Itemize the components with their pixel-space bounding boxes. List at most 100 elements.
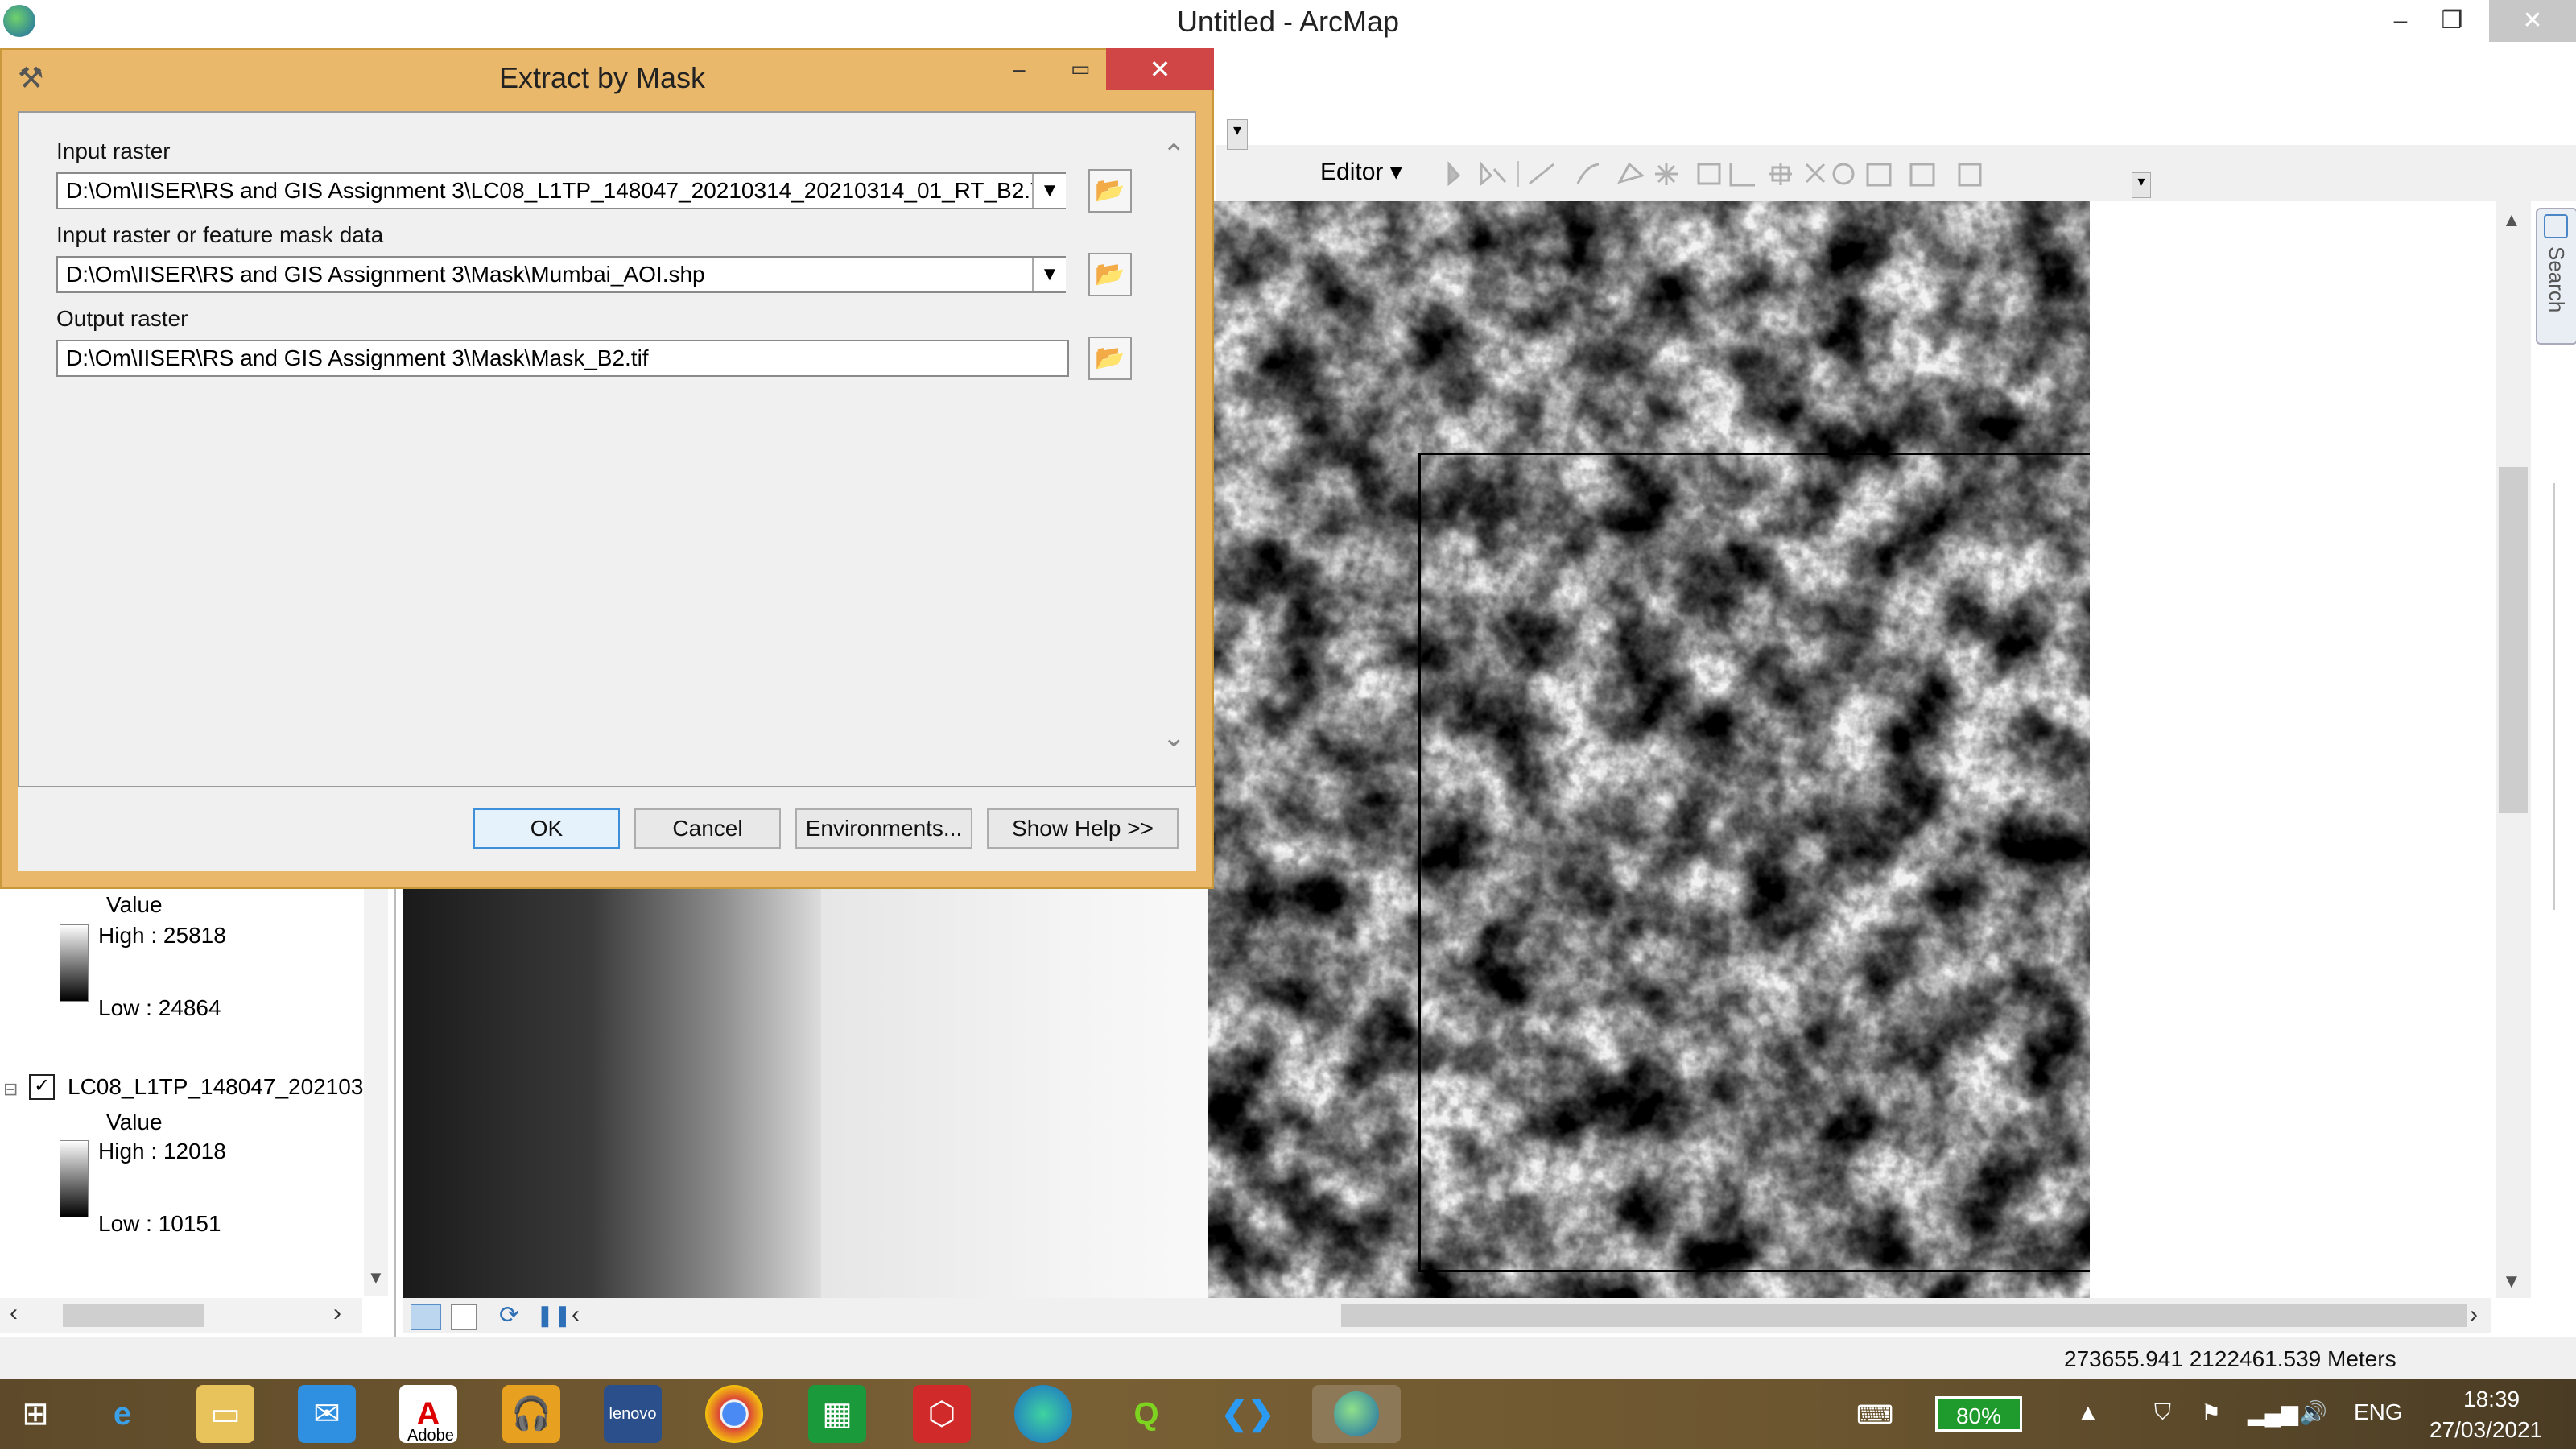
toc-horizontal-scroll-thumb[interactable]	[63, 1304, 204, 1327]
attributes-icon	[1866, 163, 1892, 187]
edit-tool-icon	[1447, 160, 1461, 187]
cursor-coordinates: 273655.941 2122461.539 Meters	[2064, 1346, 2396, 1371]
language-indicator[interactable]: ENG	[2354, 1399, 2403, 1425]
lenovo-icon[interactable]: lenovo	[604, 1385, 662, 1443]
toolbar-options-icon[interactable]: ▾	[2132, 172, 2151, 198]
legend-value-label: Value	[106, 1110, 163, 1135]
output-raster-label: Output raster	[56, 306, 188, 331]
dialog-title: Extract by Mask	[499, 61, 706, 94]
mail-icon[interactable]: ✉	[298, 1385, 356, 1443]
toc-scroll-down-icon[interactable]: ▼	[367, 1267, 385, 1288]
straight-segment-icon	[1529, 163, 1554, 185]
dialog-close-button[interactable]: ✕	[1106, 48, 1214, 90]
close-button[interactable]: ✕	[2489, 0, 2576, 42]
cancel-button[interactable]: Cancel	[634, 808, 781, 849]
scroll-down-icon[interactable]: ▼	[2502, 1271, 2521, 1293]
mask-data-dropdown-icon[interactable]: ▼	[1032, 258, 1066, 291]
legend-low-value: Low : 10151	[98, 1211, 221, 1236]
environments-button[interactable]: Environments...	[795, 808, 972, 849]
legend-value-label: Value	[106, 892, 163, 917]
input-raster-dropdown-icon[interactable]: ▼	[1032, 174, 1066, 208]
input-raster-label: Input raster	[56, 138, 171, 163]
network-icon[interactable]: ▂▄▆	[2248, 1399, 2298, 1426]
dialog-scroll-up-icon[interactable]: ⌃	[1162, 138, 1186, 171]
editor-menu-button[interactable]: Editor ▾	[1320, 158, 1402, 186]
restore-button[interactable]: ❐	[2415, 0, 2489, 42]
scroll-right-icon[interactable]: ›	[2470, 1301, 2478, 1329]
legend-high-value: High : 12018	[98, 1139, 226, 1164]
mask-data-label: Input raster or feature mask data	[56, 222, 384, 247]
arcmap-taskbar-icon[interactable]	[1312, 1385, 1401, 1443]
layer-name[interactable]: LC08_L1TP_148047_2021031	[68, 1074, 376, 1100]
search-tab-label: Search	[2545, 246, 2569, 313]
dialog-maximize-button[interactable]: ▭	[1071, 56, 1091, 81]
refresh-icon[interactable]: ⟳	[499, 1301, 519, 1329]
input-raster-combo[interactable]: D:\Om\IISER\RS and GIS Assignment 3\LC08…	[56, 172, 1066, 209]
clock-date[interactable]: 27/03/2021	[2429, 1417, 2542, 1443]
chrome-icon[interactable]	[705, 1385, 763, 1443]
legend-color-ramp	[60, 924, 89, 1002]
show-hidden-icons-icon[interactable]: ▲	[2077, 1399, 2099, 1425]
ok-button[interactable]: OK	[473, 808, 620, 849]
input-raster-browse-icon[interactable]: 📂	[1088, 169, 1132, 213]
scroll-left-icon[interactable]: ‹	[572, 1301, 580, 1329]
battery-indicator[interactable]: 80%	[1935, 1396, 2022, 1432]
data-view-icon[interactable]	[411, 1304, 441, 1330]
mask-data-browse-icon[interactable]: 📂	[1088, 253, 1132, 296]
windows-taskbar	[0, 1379, 2576, 1449]
end-point-arc-icon	[1576, 163, 1600, 184]
adobe-label: Adobe	[407, 1427, 454, 1445]
file-explorer-icon[interactable]: ▭	[196, 1385, 254, 1443]
search-icon	[2544, 214, 2568, 238]
create-features-icon	[1958, 163, 1982, 187]
dialog-scroll-down-icon[interactable]: ⌄	[1162, 721, 1186, 754]
volume-icon[interactable]: 🔊	[2299, 1399, 2327, 1426]
cube-app-icon[interactable]: ⬡	[913, 1385, 971, 1443]
security-icon[interactable]: ⛉	[2154, 1399, 2171, 1426]
point-tool-icon	[1655, 163, 1678, 185]
collapse-layer-icon[interactable]: ⊟	[3, 1079, 18, 1100]
keyboard-icon[interactable]: ⌨	[1856, 1399, 1893, 1430]
legend-color-ramp	[60, 1140, 89, 1217]
output-raster-field[interactable]: D:\Om\IISER\RS and GIS Assignment 3\Mask…	[56, 340, 1069, 377]
cut-polygons-icon	[1769, 163, 1792, 185]
internet-explorer-icon[interactable]: e	[93, 1385, 151, 1443]
toc-scroll-right-icon[interactable]: ›	[333, 1300, 341, 1327]
catalog-side-panel[interactable]	[2553, 483, 2576, 910]
toc-vertical-scrollbar[interactable]	[364, 886, 388, 1296]
window-title: Untitled - ArcMap	[1176, 5, 1400, 38]
store-icon[interactable]: ▦	[808, 1385, 866, 1443]
dialog-parameters-pane	[18, 111, 1196, 787]
map-vertical-scroll-thumb[interactable]	[2499, 467, 2528, 813]
mask-data-combo[interactable]: D:\Om\IISER\RS and GIS Assignment 3\Mask…	[56, 256, 1066, 293]
legend-high-value: High : 25818	[98, 923, 226, 948]
reshape-feature-icon	[1729, 163, 1755, 187]
show-help-button[interactable]: Show Help >>	[987, 808, 1179, 849]
split-tool-icon	[1805, 163, 1826, 184]
vscode-icon[interactable]: ❮❯	[1219, 1385, 1277, 1443]
dialog-vertical-scrollbar[interactable]	[1159, 113, 1195, 786]
edit-annotation-tool-icon	[1480, 160, 1507, 187]
pause-drawing-icon[interactable]: ❚❚	[536, 1303, 572, 1328]
dialog-minimize-button[interactable]: –	[1013, 56, 1026, 82]
toc-scroll-left-icon[interactable]: ‹	[10, 1300, 18, 1327]
toolbar-overflow-icon[interactable]: ▾	[1227, 119, 1248, 150]
layout-view-icon[interactable]	[451, 1304, 477, 1330]
action-center-flag-icon[interactable]: ⚑	[2201, 1399, 2221, 1426]
editor-tools	[1447, 160, 1982, 187]
trace-tool-icon	[1616, 162, 1645, 184]
output-raster-browse-icon[interactable]: 📂	[1088, 337, 1132, 380]
qgis-icon[interactable]: Q	[1117, 1385, 1175, 1443]
windows-start-icon[interactable]: ⊞	[6, 1385, 64, 1443]
layer-visibility-checkbox[interactable]: ✓	[29, 1074, 55, 1100]
clock-time[interactable]: 18:39	[2463, 1387, 2520, 1412]
map-empty-area	[2090, 201, 2491, 1298]
legend-low-value: Low : 24864	[98, 995, 221, 1020]
rotate-tool-icon	[1832, 163, 1855, 185]
map-horizontal-scroll-thumb[interactable]	[1341, 1304, 2467, 1327]
tool-hammer-icon: ⚒	[18, 61, 44, 94]
sketch-properties-icon	[1909, 163, 1935, 187]
scroll-up-icon[interactable]: ▲	[2502, 209, 2521, 232]
edge-icon[interactable]	[1014, 1385, 1072, 1443]
audio-app-icon[interactable]: 🎧	[502, 1385, 560, 1443]
